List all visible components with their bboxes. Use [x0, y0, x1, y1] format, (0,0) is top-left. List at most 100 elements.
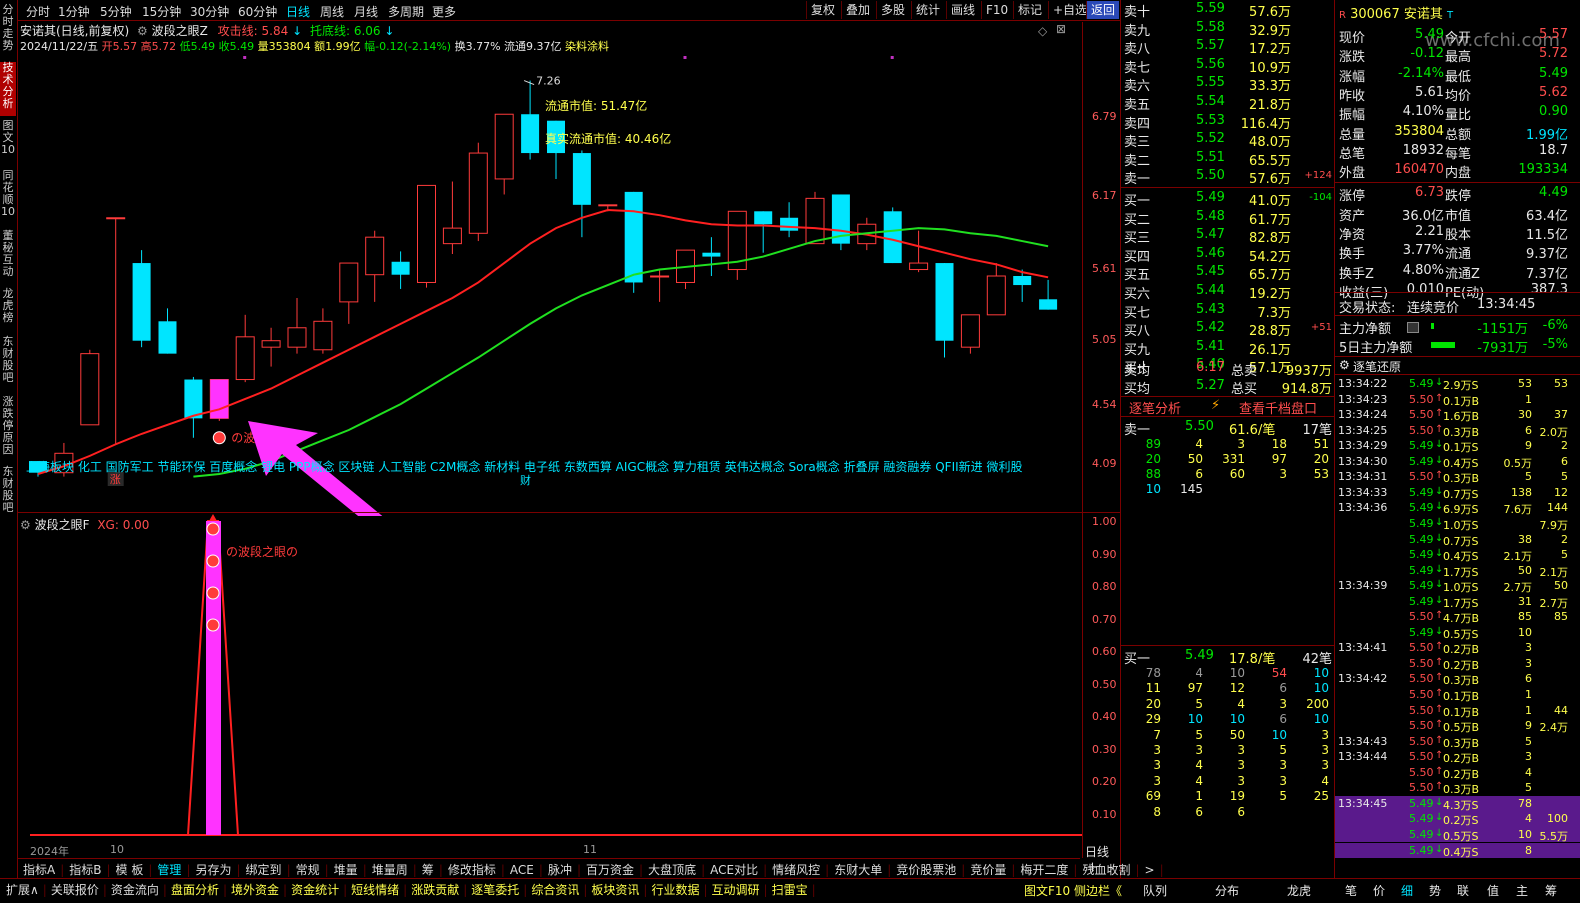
tab-guba[interactable]: 东财股吧 [0, 336, 16, 390]
tab-intraday[interactable]: 分时走势 [0, 4, 16, 58]
sell-level-price[interactable]: 5.56 [1196, 57, 1225, 72]
sidebar-toggle[interactable]: 侧边栏《 [1074, 882, 1122, 899]
indicator-tab[interactable]: 竞价量 [970, 863, 1006, 877]
indicator-tab[interactable]: 情绪风控 [772, 863, 820, 877]
bottom-tab[interactable]: 盘面分析 [171, 883, 219, 897]
tab-guba-2[interactable]: 东财股吧 [0, 466, 16, 520]
buy-level-price[interactable]: 5.47 [1196, 227, 1225, 242]
fuquan-button[interactable]: 复权 [806, 1, 839, 19]
info-box-icon[interactable] [1407, 322, 1419, 333]
buy-level-price[interactable]: 5.46 [1196, 246, 1225, 261]
indicator-tab[interactable]: ACE [510, 863, 534, 877]
add-watchlist-button[interactable]: +自选 [1048, 1, 1091, 19]
tick-analysis-link[interactable]: 逐笔分析 [1129, 398, 1181, 417]
tab-ths[interactable]: 同花顺10 [0, 170, 16, 226]
queue-tab[interactable]: 队列 [1143, 882, 1167, 899]
sell-level-price[interactable]: 5.52 [1196, 131, 1225, 146]
linked-tab[interactable]: 联 [1457, 882, 1469, 899]
indicator-settings-icon[interactable]: ⚙ [137, 24, 148, 38]
sell-level-price[interactable]: 5.57 [1196, 38, 1225, 53]
back-button[interactable]: 返回 [1086, 1, 1120, 19]
tab-f10[interactable]: 图文10 [0, 120, 16, 164]
period-intraday[interactable]: 分时 [26, 3, 50, 20]
tab-limit-reason[interactable]: 涨跌停原因 [0, 396, 16, 456]
buy-level-price[interactable]: 5.41 [1196, 339, 1225, 354]
buy-level-price[interactable]: 5.49 [1196, 190, 1225, 205]
tick-settings-icon[interactable]: ⚙ [1339, 358, 1350, 372]
bottom-tab[interactable]: 逐笔委托 [471, 883, 519, 897]
bottom-tab[interactable]: 扩展∧ [6, 883, 39, 897]
bottom-tab[interactable]: 扫雷宝 [772, 883, 808, 897]
sell-level-price[interactable]: 5.53 [1196, 113, 1225, 128]
period-60min[interactable]: 60分钟 [238, 3, 277, 20]
tab-dragon-tiger[interactable]: 龙虎榜 [0, 288, 16, 330]
period-multi[interactable]: 多周期 [388, 3, 424, 20]
indicator-tab[interactable]: 百万资金 [586, 863, 634, 877]
overlay-button[interactable]: 叠加 [841, 1, 874, 19]
main-tab[interactable]: 主 [1516, 882, 1528, 899]
indicator-tab[interactable]: 管理 [157, 863, 181, 877]
bottom-tab[interactable]: 关联报价 [51, 883, 99, 897]
indicator-tab[interactable]: 指标A [23, 863, 55, 877]
indicator-tab[interactable]: 堆量周 [372, 863, 408, 877]
value-tab[interactable]: 值 [1487, 882, 1499, 899]
indicator-tab[interactable]: 脉冲 [548, 863, 572, 877]
indicator-name[interactable]: 波段之眼Z [152, 24, 208, 38]
indicator-tab[interactable]: 堆量 [334, 863, 358, 877]
sell-level-price[interactable]: 5.55 [1196, 75, 1225, 90]
kline-chart[interactable]: の波段之眼の7.26流通市值: 51.47亿真实流通市值: 40.46亿涨 [18, 56, 1120, 516]
bottom-tab[interactable]: 境外资金 [231, 883, 279, 897]
bottom-tab[interactable]: 行业数据 [651, 883, 699, 897]
price-tab[interactable]: 价 [1373, 882, 1385, 899]
bottom-tab[interactable]: 涨跌贡献 [411, 883, 459, 897]
diamond-icon[interactable]: ◇ [1038, 24, 1047, 38]
period-15min[interactable]: 15分钟 [142, 3, 181, 20]
buy-level-price[interactable]: 5.48 [1196, 209, 1225, 224]
indicator-tab[interactable]: 东财大单 [834, 863, 882, 877]
f10-button[interactable]: F10 [981, 1, 1012, 19]
lower-indicator-chart[interactable]: の波段之眼の [18, 513, 1120, 858]
sell-level-price[interactable]: 5.58 [1196, 20, 1225, 35]
indicator-tab[interactable]: 绑定到 [246, 863, 282, 877]
indicator-tab[interactable]: 梅开二度 [1020, 863, 1068, 877]
sell-level-price[interactable]: 5.59 [1196, 1, 1225, 16]
indicator-tab[interactable]: 常规 [296, 863, 320, 877]
distribution-tab[interactable]: 分布 [1215, 882, 1239, 899]
buy-level-price[interactable]: 5.43 [1196, 302, 1225, 317]
indicator-tab[interactable]: 另存为 [195, 863, 231, 877]
tab-technical[interactable]: 技术分析 [0, 62, 16, 116]
dragon-tab[interactable]: 龙虎 [1287, 882, 1311, 899]
indicator-tab[interactable]: 大盘顶底 [648, 863, 696, 877]
indicator-tab[interactable]: 模 板 [116, 863, 144, 877]
period-more[interactable]: 更多 [432, 3, 456, 20]
sell-level-price[interactable]: 5.51 [1196, 150, 1225, 165]
draw-button[interactable]: 画线 [946, 1, 979, 19]
sell-level-price[interactable]: 5.50 [1196, 168, 1225, 183]
period-monthly[interactable]: 月线 [354, 3, 378, 20]
tick-tab[interactable]: 笔 [1345, 882, 1357, 899]
stats-button[interactable]: 统计 [911, 1, 944, 19]
bottom-tab[interactable]: 短线情绪 [351, 883, 399, 897]
bottom-tab[interactable]: 互动调研 [712, 883, 760, 897]
detail-tab[interactable]: 细 [1401, 882, 1413, 899]
indicator-tab[interactable]: 竞价股票池 [896, 863, 956, 877]
indicator-tab[interactable]: 筹 [422, 863, 434, 877]
bottom-tab[interactable]: 资金统计 [291, 883, 339, 897]
buy-level-price[interactable]: 5.42 [1196, 320, 1225, 335]
trend-tab[interactable]: 势 [1429, 882, 1441, 899]
indicator-tab[interactable]: 修改指标 [448, 863, 496, 877]
buy-level-price[interactable]: 5.45 [1196, 264, 1225, 279]
multi-stock-button[interactable]: 多股 [876, 1, 909, 19]
depth-link[interactable]: 查看千档盘口 [1239, 398, 1317, 417]
f10-text-tab[interactable]: 图文F10 [1024, 882, 1070, 899]
chip-tab[interactable]: 筹 [1545, 882, 1557, 899]
chart-close-icon[interactable]: ⊠ [1056, 22, 1066, 36]
tab-board-secretary[interactable]: 董秘互动 [0, 230, 16, 284]
period-1min[interactable]: 1分钟 [58, 3, 90, 20]
period-5min[interactable]: 5分钟 [100, 3, 132, 20]
period-daily[interactable]: 日线 [286, 3, 310, 20]
period-weekly[interactable]: 周线 [320, 3, 344, 20]
indicator-tab[interactable]: ACE对比 [710, 863, 758, 877]
bottom-tab[interactable]: 资金流向 [111, 883, 159, 897]
sell-level-price[interactable]: 5.54 [1196, 94, 1225, 109]
